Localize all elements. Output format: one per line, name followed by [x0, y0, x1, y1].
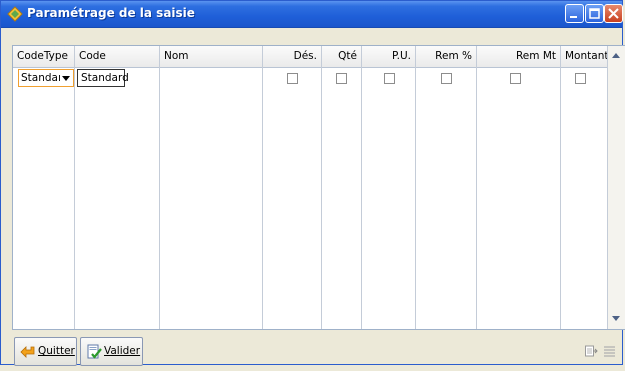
montant-checkbox[interactable]	[575, 73, 586, 84]
data-grid[interactable]: CodeType Code Nom Dés. Qté P.U. Rem % Re…	[12, 45, 625, 330]
codetype-value: Standaı	[21, 72, 61, 84]
chevron-down-icon[interactable]	[62, 76, 70, 81]
vertical-scrollbar[interactable]	[608, 46, 625, 329]
close-icon[interactable]	[604, 4, 623, 23]
codetype-combobox[interactable]: Standaı	[18, 69, 74, 87]
column-header-nom[interactable]: Nom	[160, 46, 263, 67]
column-header-pu[interactable]: P.U.	[362, 46, 416, 67]
column-divider	[262, 67, 263, 329]
column-header-montant[interactable]: Montant	[561, 46, 608, 67]
column-header-des[interactable]: Dés.	[263, 46, 322, 67]
column-divider	[361, 67, 362, 329]
column-divider	[74, 67, 75, 329]
qte-checkbox[interactable]	[336, 73, 347, 84]
code-cell[interactable]: Standard	[77, 69, 129, 87]
minimize-icon[interactable]	[565, 4, 584, 23]
validate-button[interactable]: Valider	[80, 337, 143, 366]
validate-button-label: Valider	[104, 345, 141, 357]
exit-arrow-icon	[20, 344, 36, 360]
column-divider	[415, 67, 416, 329]
scroll-down-icon[interactable]	[612, 316, 620, 321]
pu-checkbox[interactable]	[384, 73, 395, 84]
des-checkbox[interactable]	[287, 73, 298, 84]
column-divider	[321, 67, 322, 329]
document-check-icon	[86, 344, 102, 360]
grid-header: CodeType Code Nom Dés. Qté P.U. Rem % Re…	[13, 46, 608, 68]
column-divider	[476, 67, 477, 329]
quit-button[interactable]: Quitter	[14, 337, 77, 366]
column-header-code[interactable]: Code	[75, 46, 160, 67]
app-icon	[7, 6, 23, 22]
rem-pct-checkbox[interactable]	[441, 73, 452, 84]
column-header-rem-mt[interactable]: Rem Mt	[477, 46, 561, 67]
column-divider	[159, 67, 160, 329]
export-icon[interactable]	[585, 345, 598, 357]
scroll-up-icon[interactable]	[612, 53, 620, 58]
list-icon[interactable]	[603, 345, 616, 357]
column-header-codetype[interactable]: CodeType	[13, 46, 75, 67]
quit-button-label: Quitter	[38, 345, 75, 357]
rem-mt-checkbox[interactable]	[510, 73, 521, 84]
maximize-icon[interactable]	[585, 4, 604, 23]
dialog-window: Paramétrage de la saisie CodeType Code N…	[0, 0, 625, 366]
code-value: Standard	[81, 72, 129, 84]
column-header-qte[interactable]: Qté	[322, 46, 362, 67]
column-header-rem-pct[interactable]: Rem %	[416, 46, 477, 67]
column-divider	[560, 67, 561, 329]
window-title: Paramétrage de la saisie	[27, 6, 195, 20]
title-bar[interactable]: Paramétrage de la saisie	[1, 1, 623, 28]
